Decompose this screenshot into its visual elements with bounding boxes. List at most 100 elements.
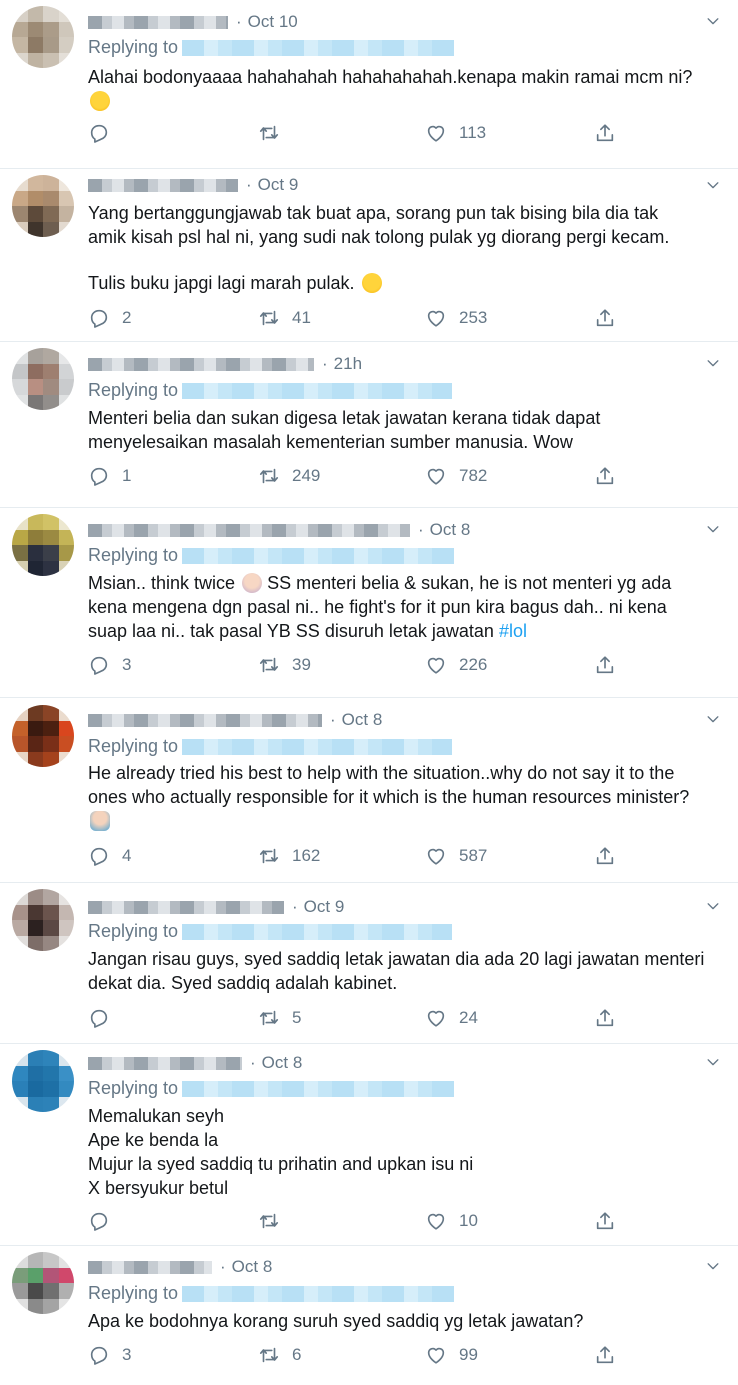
like-icon: [425, 654, 447, 676]
avatar[interactable]: [12, 348, 74, 410]
like-button[interactable]: 253: [425, 307, 487, 329]
chevron-down-icon[interactable]: [706, 899, 720, 913]
like-button[interactable]: 10: [425, 1210, 478, 1232]
author-name[interactable]: [88, 900, 284, 914]
like-icon: [425, 307, 447, 329]
retweet-icon: [258, 1007, 280, 1029]
chevron-down-icon[interactable]: [706, 712, 720, 726]
tweet-date[interactable]: Oct 8: [232, 1257, 273, 1277]
chevron-down-icon[interactable]: [706, 1055, 720, 1069]
author-name[interactable]: [88, 178, 238, 192]
share-button[interactable]: [594, 654, 628, 676]
reply-icon: [88, 1007, 110, 1029]
tweet-text: Menteri belia dan sukan digesa letak jaw…: [88, 408, 601, 452]
retweet-button[interactable]: 39: [258, 654, 311, 676]
share-button[interactable]: [594, 1344, 628, 1366]
share-button[interactable]: [594, 307, 628, 329]
replying-to-handle[interactable]: [182, 1285, 455, 1302]
retweet-button[interactable]: 6: [258, 1344, 301, 1366]
author-name[interactable]: [88, 1260, 212, 1274]
replying-to-handle[interactable]: [182, 39, 455, 56]
chevron-down-icon[interactable]: [706, 14, 720, 28]
crying-face-emoji: [90, 91, 110, 111]
reply-icon: [88, 1210, 110, 1232]
author-name[interactable]: [88, 15, 228, 29]
tweet-date[interactable]: Oct 10: [248, 12, 298, 32]
reply-icon: [88, 307, 110, 329]
reply-icon: [88, 1344, 110, 1366]
like-button[interactable]: 587: [425, 845, 487, 867]
retweet-button[interactable]: 41: [258, 307, 311, 329]
avatar[interactable]: [12, 175, 74, 237]
chevron-down-icon[interactable]: [706, 1259, 720, 1273]
share-icon: [594, 845, 616, 867]
chevron-down-icon[interactable]: [706, 178, 720, 192]
avatar[interactable]: [12, 705, 74, 767]
tweet[interactable]: · Oct 10 Replying to Alahai bodonyaaaa ha…: [0, 0, 738, 168]
reply-button[interactable]: [88, 1210, 122, 1232]
author-name[interactable]: [88, 357, 314, 371]
like-button[interactable]: 24: [425, 1007, 478, 1029]
hashtag-link[interactable]: #lol: [499, 621, 527, 641]
avatar[interactable]: [12, 6, 74, 68]
tweet[interactable]: · Oct 8 Replying to Apa ke bodohnya koran…: [0, 1246, 738, 1385]
tweet[interactable]: · Oct 8 Replying to Msian.. think twice S…: [0, 508, 738, 697]
replying-to-handle[interactable]: [182, 382, 453, 399]
tweet-actions: 10: [88, 1210, 648, 1236]
man-facepalming-emoji: [90, 811, 110, 831]
replying-to-handle[interactable]: [182, 1080, 455, 1097]
retweet-icon: [258, 122, 280, 144]
tweet-actions: 113: [88, 122, 648, 148]
like-button[interactable]: 226: [425, 654, 487, 676]
share-button[interactable]: [594, 1210, 628, 1232]
share-button[interactable]: [594, 1007, 628, 1029]
tweet-date[interactable]: Oct 8: [262, 1053, 303, 1073]
retweet-button[interactable]: 249: [258, 465, 320, 487]
tweet[interactable]: · Oct 9 Replying to Jangan risau guys, sy…: [0, 883, 738, 1043]
retweet-button[interactable]: [258, 1210, 292, 1232]
replying-to-handle[interactable]: [182, 738, 453, 755]
tweet-date[interactable]: 21h: [334, 354, 362, 374]
tweet[interactable]: · 21h Replying to Menteri belia dan sukan…: [0, 342, 738, 507]
retweet-icon: [258, 1210, 280, 1232]
avatar[interactable]: [12, 1252, 74, 1314]
like-button[interactable]: 99: [425, 1344, 478, 1366]
retweet-button[interactable]: 5: [258, 1007, 301, 1029]
avatar[interactable]: [12, 889, 74, 951]
like-icon: [425, 465, 447, 487]
replying-to: Replying to: [88, 921, 453, 942]
tweet-date[interactable]: Oct 9: [258, 175, 299, 195]
tweet-text: Msian.. think twice SS menteri belia & s…: [88, 573, 672, 641]
tweet-date[interactable]: Oct 9: [304, 897, 345, 917]
author-name[interactable]: [88, 1056, 242, 1070]
reply-button[interactable]: [88, 122, 122, 144]
reply-button[interactable]: 3: [88, 1344, 131, 1366]
chevron-down-icon[interactable]: [706, 356, 720, 370]
author-name[interactable]: [88, 523, 410, 537]
tweet[interactable]: · Oct 8 Replying to Memalukan seyh Ape ke…: [0, 1044, 738, 1245]
reply-button[interactable]: 2: [88, 307, 131, 329]
tweet-date[interactable]: Oct 8: [342, 710, 383, 730]
replying-to-handle[interactable]: [182, 923, 453, 940]
share-button[interactable]: [594, 465, 628, 487]
reply-button[interactable]: 1: [88, 465, 131, 487]
replying-to-handle[interactable]: [182, 547, 455, 564]
tweet[interactable]: · Oct 8 Replying to He already tried his …: [0, 698, 738, 882]
chevron-down-icon[interactable]: [706, 522, 720, 536]
reply-button[interactable]: 4: [88, 845, 131, 867]
like-button[interactable]: 782: [425, 465, 487, 487]
retweet-button[interactable]: 162: [258, 845, 320, 867]
avatar[interactable]: [12, 514, 74, 576]
share-icon: [594, 465, 616, 487]
share-icon: [594, 1210, 616, 1232]
share-button[interactable]: [594, 845, 628, 867]
share-button[interactable]: [594, 122, 628, 144]
reply-button[interactable]: 3: [88, 654, 131, 676]
tweet[interactable]: · Oct 9 Yang bertanggungjawab tak buat ap…: [0, 169, 738, 341]
tweet-date[interactable]: Oct 8: [430, 520, 471, 540]
avatar[interactable]: [12, 1050, 74, 1112]
author-name[interactable]: [88, 713, 322, 727]
like-button[interactable]: 113: [425, 122, 486, 144]
reply-button[interactable]: [88, 1007, 122, 1029]
retweet-button[interactable]: [258, 122, 292, 144]
